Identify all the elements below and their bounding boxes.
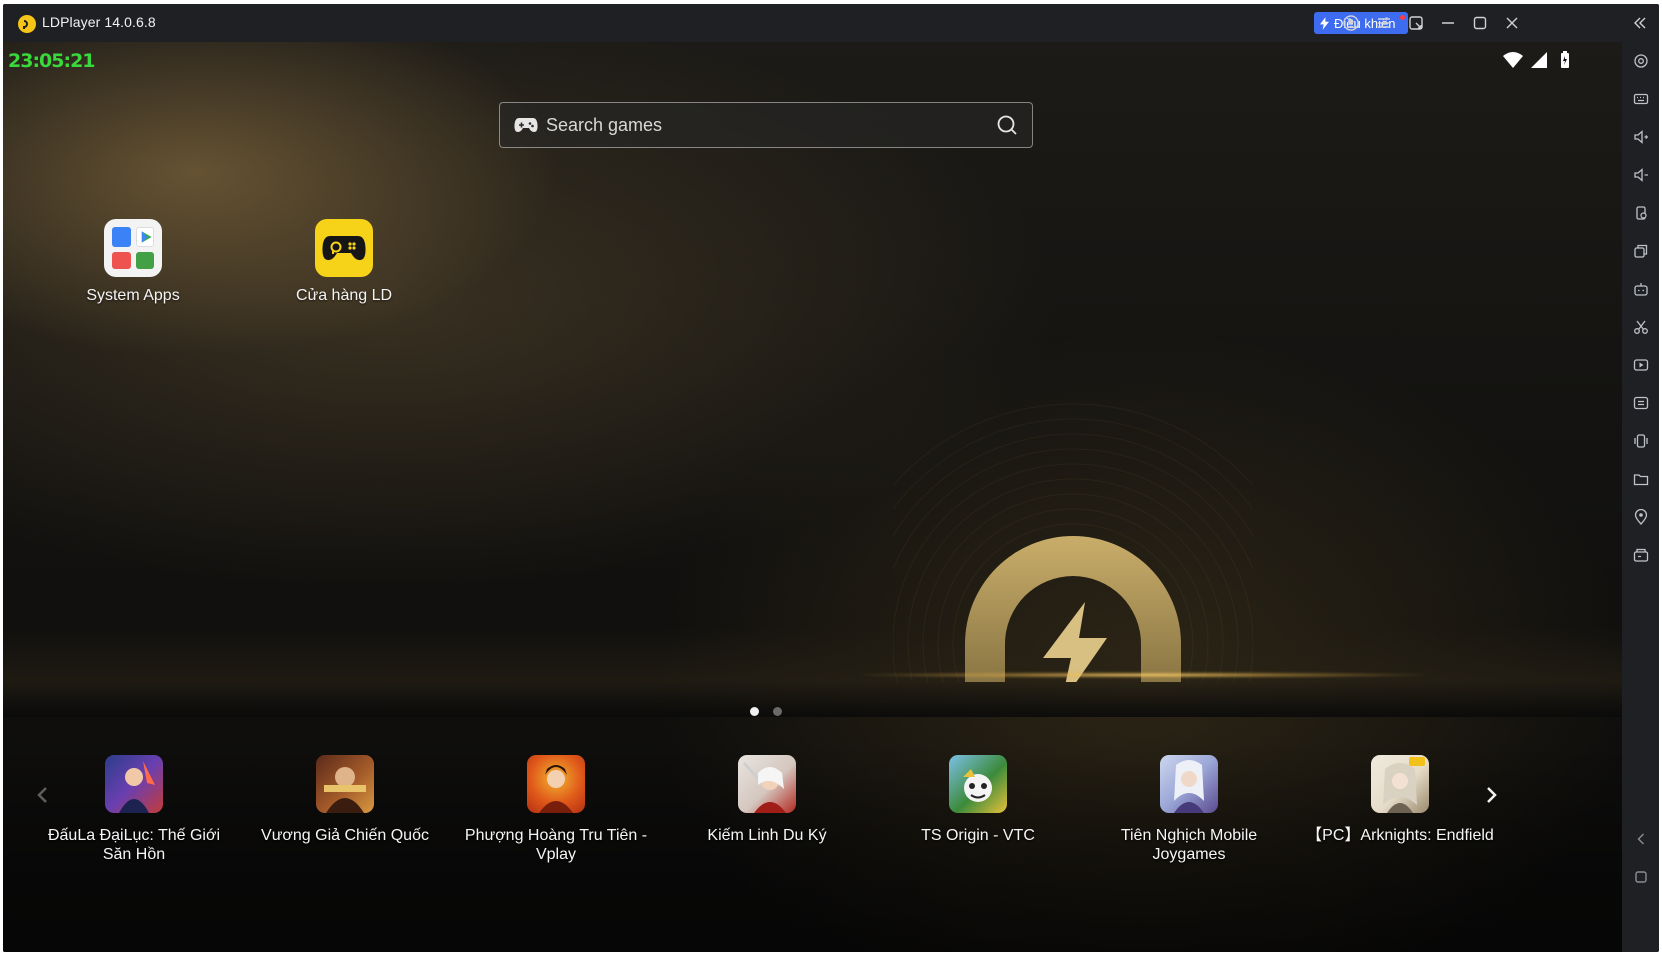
keyboard-icon[interactable]	[1631, 89, 1650, 108]
volume-down-icon[interactable]	[1631, 165, 1650, 184]
game-icon	[949, 755, 1007, 813]
home-app-label: Cửa hàng LD	[295, 287, 393, 304]
right-toolbar	[1622, 42, 1659, 952]
scissors-icon[interactable]	[1631, 317, 1650, 336]
home-app-system-apps[interactable]: System Apps	[63, 219, 203, 305]
game-label: Vương Giả Chiến Quốc	[261, 827, 429, 844]
signal-icon	[1531, 52, 1547, 68]
game-icon	[105, 755, 163, 813]
game-icon	[738, 755, 796, 813]
wifi-icon	[1503, 52, 1523, 68]
title-bar: LDPlayer 14.0.6.8 Điều khiển	[3, 4, 1659, 42]
close-icon[interactable]	[1502, 13, 1522, 33]
game-icon	[1160, 755, 1218, 813]
game-icon	[1371, 755, 1429, 813]
search-input[interactable]: Search games	[499, 102, 1033, 148]
robot-icon[interactable]	[1631, 279, 1650, 298]
status-icons	[1503, 50, 1575, 70]
battery-icon	[1561, 51, 1569, 68]
dock-game-item[interactable]: TS Origin - VTC	[883, 755, 1073, 845]
sync-icon[interactable]	[1631, 393, 1650, 412]
game-label: TS Origin - VTC	[921, 827, 1035, 844]
account-icon[interactable]	[1341, 13, 1361, 33]
page-dot-active[interactable]	[750, 707, 759, 716]
horizon-glow	[863, 672, 1423, 678]
page-indicator	[750, 707, 782, 716]
system-apps-folder-icon	[104, 219, 162, 277]
emulator-screen: 23:05:21 Search games System Apps Cửa hà…	[3, 42, 1622, 952]
menu-icon[interactable]	[1374, 13, 1394, 33]
gamepad-icon	[514, 118, 538, 132]
notification-dot	[1400, 15, 1405, 20]
dock-game-item[interactable]: ĐấuLa ĐạiLục: Thế Giới Săn Hồn	[39, 755, 229, 864]
settings-icon[interactable]	[1631, 51, 1650, 70]
popout-icon[interactable]	[1406, 13, 1426, 33]
dock-game-item[interactable]: 【PC】Arknights: Endfield	[1305, 755, 1495, 845]
game-label: Kiếm Linh Du Ký	[707, 827, 827, 844]
multi-instance-icon[interactable]	[1631, 241, 1650, 260]
home-app-ld-store[interactable]: Cửa hàng LD	[274, 219, 414, 305]
wallpaper-logo	[893, 382, 1253, 682]
ld-store-icon	[315, 219, 373, 277]
game-icon	[316, 755, 374, 813]
game-label: ĐấuLa ĐạiLục: Thế Giới Săn Hồn	[47, 827, 221, 863]
dock-game-item[interactable]: Kiếm Linh Du Ký	[672, 755, 862, 845]
search-icon[interactable]	[996, 114, 1018, 136]
app-title: LDPlayer 14.0.6.8	[42, 14, 156, 30]
collapse-sidebar-icon[interactable]	[1630, 13, 1650, 33]
location-icon[interactable]	[1631, 507, 1650, 526]
volume-up-icon[interactable]	[1631, 127, 1650, 146]
dock-game-item[interactable]: Tiên Nghịch Mobile Joygames	[1094, 755, 1284, 864]
dock-game-item[interactable]: Phượng Hoàng Tru Tiên - Vplay	[461, 755, 651, 864]
operation-icon[interactable]	[1631, 545, 1650, 564]
back-icon[interactable]	[1631, 829, 1650, 848]
lightning-icon	[1320, 16, 1329, 30]
shake-icon[interactable]	[1631, 431, 1650, 450]
record-icon[interactable]	[1631, 355, 1650, 374]
folder-icon[interactable]	[1631, 469, 1650, 488]
page-dot[interactable]	[773, 707, 782, 716]
home-icon[interactable]	[1631, 867, 1650, 886]
ldplayer-window: LDPlayer 14.0.6.8 Điều khiển 23:05:21 Se…	[3, 4, 1659, 952]
game-label: Tiên Nghịch Mobile Joygames	[1120, 827, 1258, 863]
ldplayer-logo-icon	[18, 15, 36, 33]
maximize-icon[interactable]	[1470, 13, 1490, 33]
home-app-label: System Apps	[86, 287, 180, 304]
game-label: Phượng Hoàng Tru Tiên - Vplay	[464, 827, 648, 863]
game-icon	[527, 755, 585, 813]
dock-game-item[interactable]: Vương Giả Chiến Quốc	[250, 755, 440, 845]
search-placeholder: Search games	[546, 115, 663, 135]
rotate-icon[interactable]	[1631, 203, 1650, 222]
game-label: 【PC】Arknights: Endfield	[1306, 827, 1494, 844]
minimize-icon[interactable]	[1438, 13, 1458, 33]
status-clock: 23:05:21	[8, 50, 96, 72]
